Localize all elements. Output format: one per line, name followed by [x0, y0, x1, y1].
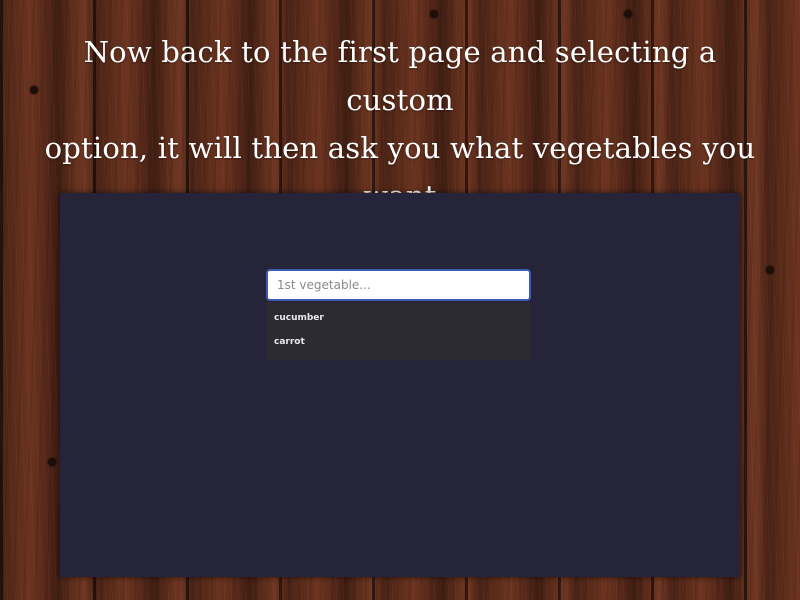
nail-decoration: [766, 266, 774, 274]
nail-decoration: [430, 10, 438, 18]
nail-decoration: [30, 86, 38, 94]
suggestion-dropdown: cucumber carrot: [266, 302, 531, 360]
vegetable-search-input[interactable]: [266, 269, 531, 301]
suggestion-item-cucumber[interactable]: cucumber: [266, 306, 531, 330]
tutorial-caption: Now back to the first page and selecting…: [40, 28, 760, 220]
nail-decoration: [624, 10, 632, 18]
caption-line: option, it will then ask you what vegeta…: [44, 131, 756, 165]
app-screenshot-panel: cucumber carrot: [60, 193, 740, 577]
suggestion-item-carrot[interactable]: carrot: [266, 330, 531, 354]
vegetable-search: cucumber carrot: [266, 269, 531, 360]
caption-line: Now back to the first page and selecting…: [83, 35, 717, 117]
nail-decoration: [48, 458, 56, 466]
